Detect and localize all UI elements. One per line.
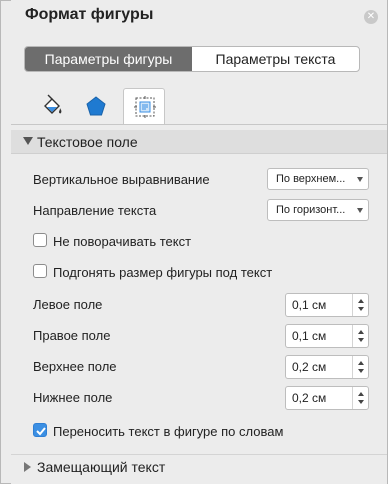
vertical-align-dropdown[interactable]: По верхнем... [267, 168, 369, 190]
segmented-control: Параметры фигуры Параметры текста [24, 46, 360, 72]
autofit-label: Подгонять размер фигуры под текст [53, 265, 273, 280]
section-label: Замещающий текст [37, 459, 166, 475]
panel-title: Формат фигуры [25, 6, 154, 23]
chevron-down-icon [357, 208, 363, 213]
stepper-down-icon[interactable] [358, 307, 364, 311]
bottom-margin-label: Нижнее поле [33, 390, 113, 405]
stepper-down-icon[interactable] [358, 369, 364, 373]
tab-layout-properties[interactable] [123, 88, 165, 124]
no-rotate-checkbox[interactable] [33, 233, 47, 247]
vertical-align-value: По верхнем... [276, 173, 346, 185]
stepper-control[interactable] [352, 325, 368, 347]
top-margin-spinner[interactable]: 0,2 см [285, 355, 369, 379]
chevron-down-icon [357, 177, 363, 182]
wrap-text-label: Переносить текст в фигуре по словам [53, 424, 284, 439]
fill-bucket-icon [44, 94, 62, 114]
chevron-right-icon [24, 462, 31, 472]
left-margin-spinner[interactable]: 0,1 см [285, 293, 369, 317]
wrap-text-checkbox[interactable] [33, 423, 47, 437]
section-text-box[interactable]: Текстовое поле [11, 130, 387, 154]
pentagon-icon [86, 96, 106, 116]
text-direction-label: Направление текста [33, 203, 157, 218]
tab-fill-line[interactable] [32, 88, 74, 124]
left-margin-value: 0,1 см [292, 298, 327, 312]
left-margin-label: Левое поле [33, 297, 103, 312]
right-margin-spinner[interactable]: 0,1 см [285, 324, 369, 348]
text-direction-dropdown[interactable]: По горизонт... [267, 199, 369, 221]
autofit-checkbox[interactable] [33, 264, 47, 278]
stepper-up-icon[interactable] [358, 330, 364, 334]
checkmark-icon [36, 427, 46, 436]
bottom-margin-value: 0,2 см [292, 391, 327, 405]
bottom-margin-spinner[interactable]: 0,2 см [285, 386, 369, 410]
text-box-layout-icon [134, 96, 156, 118]
stepper-control[interactable] [352, 294, 368, 316]
section-alt-text[interactable]: Замещающий текст [11, 454, 387, 478]
top-margin-value: 0,2 см [292, 360, 327, 374]
stepper-down-icon[interactable] [358, 400, 364, 404]
vertical-align-label: Вертикальное выравнивание [33, 172, 210, 187]
chevron-down-icon [23, 137, 33, 145]
stepper-up-icon[interactable] [358, 299, 364, 303]
right-margin-value: 0,1 см [292, 329, 327, 343]
stepper-up-icon[interactable] [358, 361, 364, 365]
close-icon[interactable]: ✕ [364, 10, 378, 24]
text-direction-value: По горизонт... [276, 204, 346, 216]
section-label: Текстовое поле [37, 134, 138, 150]
tab-effects[interactable] [75, 88, 117, 124]
no-rotate-label: Не поворачивать текст [53, 234, 192, 249]
segment-text-options[interactable]: Параметры текста [192, 47, 359, 71]
stepper-control[interactable] [352, 387, 368, 409]
stepper-up-icon[interactable] [358, 392, 364, 396]
right-margin-label: Правое поле [33, 328, 111, 343]
segment-shape-options[interactable]: Параметры фигуры [25, 47, 192, 71]
stepper-control[interactable] [352, 356, 368, 378]
stepper-down-icon[interactable] [358, 338, 364, 342]
top-margin-label: Верхнее поле [33, 359, 117, 374]
